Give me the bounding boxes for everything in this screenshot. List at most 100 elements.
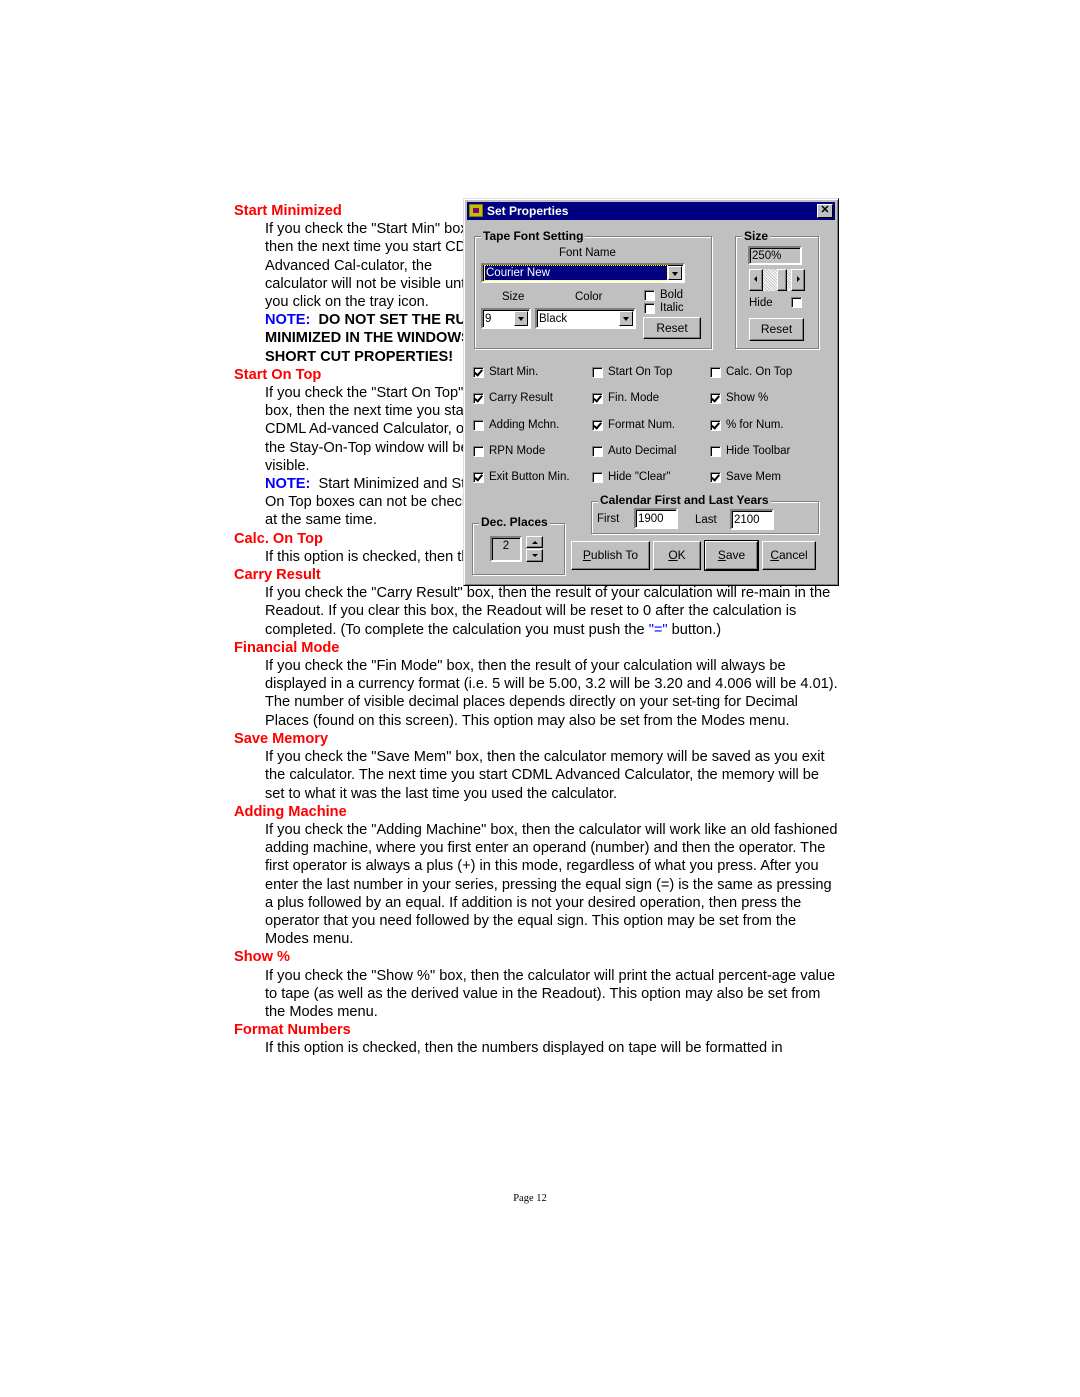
- mnemonic: S: [717, 548, 726, 562]
- size-legend: Size: [742, 228, 771, 244]
- section-body-carry-result: If you check the "Carry Result" box, the…: [234, 584, 840, 639]
- checkbox-box[interactable]: [473, 471, 484, 483]
- option-checkbox[interactable]: Exit Button Min.: [473, 471, 570, 483]
- spin-up-arrow-icon[interactable]: [526, 536, 543, 548]
- option-checkbox[interactable]: RPN Mode: [473, 445, 545, 457]
- publish-to-button[interactable]: Publish To: [571, 541, 650, 570]
- spin-down-arrow-icon[interactable]: [526, 549, 543, 562]
- section-heading-format-numbers: Format Numbers: [234, 1022, 351, 1039]
- checkbox-box[interactable]: [710, 366, 721, 378]
- first-year-label: First: [597, 513, 620, 525]
- checkbox-box[interactable]: [592, 471, 603, 483]
- option-label: Hide Toolbar: [726, 445, 791, 457]
- dec-places-legend: Dec. Places: [479, 514, 550, 530]
- checkbox-box[interactable]: [592, 366, 603, 378]
- option-label: Exit Button Min.: [489, 471, 570, 483]
- cancel-button[interactable]: Cancel: [762, 541, 816, 570]
- checkbox-box[interactable]: [644, 302, 655, 314]
- italic-checkbox[interactable]: Italic: [644, 302, 684, 314]
- scroll-right-arrow-icon[interactable]: [791, 269, 805, 291]
- font-size-combo[interactable]: 9: [481, 308, 531, 329]
- option-label: Auto Decimal: [608, 445, 677, 457]
- option-checkbox[interactable]: Carry Result: [473, 392, 553, 404]
- font-size-label: Size: [502, 291, 525, 303]
- option-label: RPN Mode: [489, 445, 546, 457]
- section-heading-show-percent: Show %: [234, 949, 290, 966]
- checkbox-box[interactable]: [710, 419, 721, 431]
- option-checkbox[interactable]: Save Mem: [710, 471, 781, 483]
- checkbox-box[interactable]: [592, 392, 603, 404]
- bold-checkbox[interactable]: Bold: [644, 289, 683, 301]
- mnemonic: P: [582, 548, 591, 562]
- button-label: ublish To: [590, 548, 639, 562]
- equals-highlight: "=": [648, 621, 668, 638]
- option-checkbox[interactable]: Fin. Mode: [592, 392, 659, 404]
- option-checkbox[interactable]: Hide "Clear": [592, 471, 671, 483]
- save-button[interactable]: Save: [704, 540, 759, 571]
- checkbox-box[interactable]: [592, 419, 603, 431]
- option-checkbox[interactable]: Show %: [710, 392, 768, 404]
- tape-font-legend: Tape Font Setting: [481, 228, 586, 244]
- option-checkbox[interactable]: Adding Mchn.: [473, 419, 559, 431]
- checkbox-box[interactable]: [710, 445, 721, 457]
- option-label: Show %: [726, 392, 769, 404]
- title-bar[interactable]: Set Properties ✕: [467, 202, 835, 220]
- note-label: NOTE:: [265, 476, 311, 493]
- option-checkbox[interactable]: Calc. On Top: [710, 366, 792, 378]
- section-body-adding-machine: If you check the "Adding Machine" box, t…: [265, 821, 838, 948]
- chevron-down-icon[interactable]: [619, 311, 633, 326]
- size-reset-button[interactable]: Reset: [749, 318, 804, 341]
- scroll-left-arrow-icon[interactable]: [749, 269, 763, 291]
- font-size-value: 9: [485, 313, 492, 325]
- chevron-down-icon[interactable]: [514, 311, 528, 326]
- hide-checkbox[interactable]: [791, 297, 807, 308]
- option-checkbox[interactable]: Format Num.: [592, 419, 675, 431]
- section-body-show-percent: If you check the "Show %" box, then the …: [265, 967, 836, 1020]
- app-icon: [469, 204, 483, 217]
- checkbox-box[interactable]: [592, 445, 603, 457]
- calendar-legend: Calendar First and Last Years: [598, 492, 771, 508]
- checkbox-box[interactable]: [473, 419, 484, 431]
- ok-button[interactable]: OK: [653, 541, 701, 570]
- size-value: 250%: [752, 250, 782, 262]
- page-number: Page 12: [513, 1193, 547, 1204]
- section-heading-save-memory: Save Memory: [234, 730, 329, 747]
- section-text: If you check the "Start On Top" box, the…: [265, 385, 483, 474]
- option-label: Hide "Clear": [608, 471, 671, 483]
- option-checkbox[interactable]: Hide Toolbar: [710, 445, 790, 457]
- first-year-value: 1900: [638, 513, 664, 525]
- last-year-input[interactable]: 2100: [730, 509, 774, 530]
- first-year-input[interactable]: 1900: [634, 508, 678, 529]
- option-label: Adding Mchn.: [489, 419, 560, 431]
- close-button[interactable]: ✕: [817, 204, 833, 218]
- checkbox-box[interactable]: [473, 392, 484, 404]
- option-label: % for Num.: [726, 419, 784, 431]
- size-value-field: 250%: [748, 246, 802, 265]
- section-heading-adding-machine: Adding Machine: [234, 803, 347, 820]
- mnemonic: C: [770, 548, 779, 562]
- section-body-financial-mode: If you check the "Fin Mode" box, then th…: [265, 658, 838, 729]
- checkbox-box[interactable]: [710, 392, 721, 404]
- option-checkbox[interactable]: Start Min.: [473, 366, 538, 378]
- dec-places-value: 2: [502, 540, 510, 552]
- checkbox-box[interactable]: [644, 289, 655, 301]
- font-color-combo[interactable]: Black: [535, 308, 636, 329]
- option-checkbox[interactable]: % for Num.: [710, 419, 784, 431]
- option-checkbox[interactable]: Start On Top: [592, 366, 672, 378]
- hide-label: Hide: [749, 297, 773, 309]
- checkbox-box[interactable]: [473, 445, 484, 457]
- chevron-down-icon[interactable]: [668, 266, 682, 280]
- section-text-end: button.): [671, 621, 722, 638]
- font-name-label: Font Name: [559, 247, 616, 259]
- button-label: ave: [725, 548, 746, 562]
- checkbox-box[interactable]: [473, 366, 484, 378]
- section-body-start-on-top: If you check the "Start On Top" box, the…: [234, 384, 491, 530]
- checkbox-box[interactable]: [710, 471, 721, 483]
- checkbox-box[interactable]: [791, 297, 802, 308]
- option-checkbox[interactable]: Auto Decimal: [592, 445, 676, 457]
- scrollbar-thumb[interactable]: [777, 269, 787, 291]
- option-label: Format Num.: [608, 419, 676, 431]
- font-reset-button[interactable]: Reset: [643, 317, 701, 339]
- font-name-combo[interactable]: Courier New: [481, 263, 685, 283]
- option-label: Start Min.: [489, 366, 539, 378]
